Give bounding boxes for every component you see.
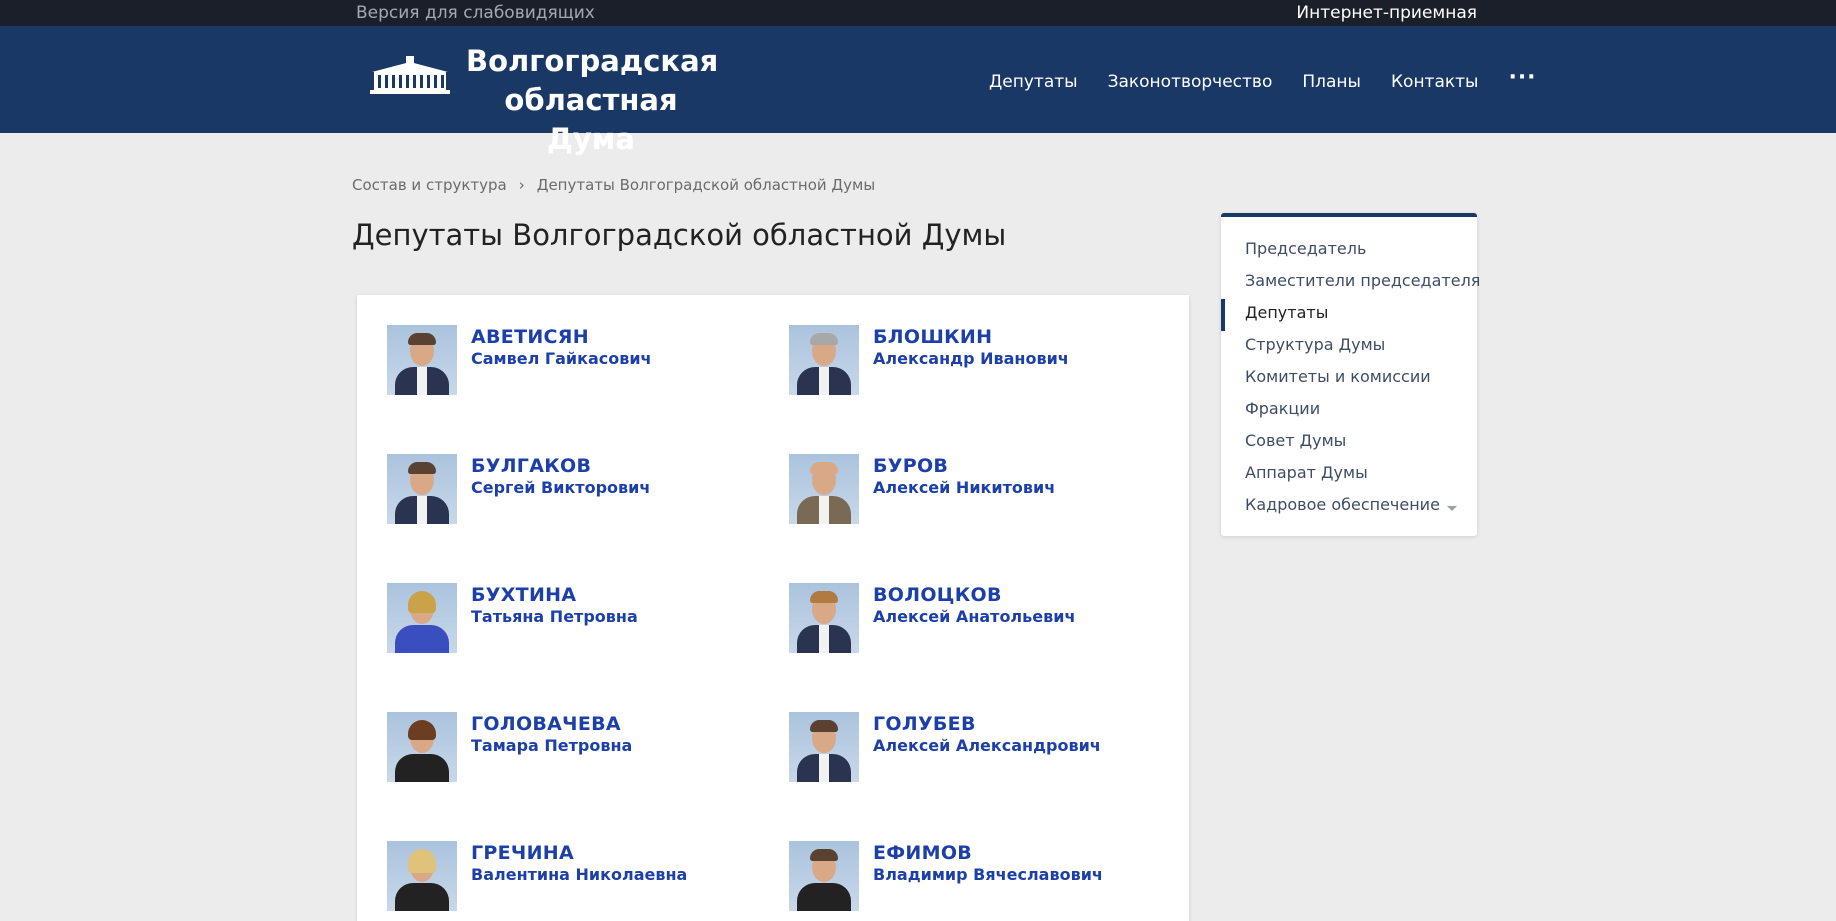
sidebar-item-deputy-chairmen[interactable]: Заместители председателя <box>1245 271 1480 290</box>
sidebar-menu: Председатель Заместители председателя Де… <box>1221 213 1480 536</box>
deputy-last-name[interactable]: АВЕТИСЯН <box>471 326 589 348</box>
sidebar-item-apparatus[interactable]: Аппарат Думы <box>1245 463 1368 482</box>
deputy-last-name[interactable]: БУЛГАКОВ <box>471 455 591 477</box>
breadcrumb-separator: › <box>518 176 525 194</box>
deputy-card[interactable]: ЕФИМОВ Владимир Вячеславович <box>789 841 1169 911</box>
main-nav: Депутаты Законотворчество Планы Контакты… <box>989 67 1537 93</box>
deputy-photo[interactable] <box>789 841 859 911</box>
deputy-photo[interactable] <box>387 712 457 782</box>
ellipsis-icon[interactable]: ··· <box>1508 67 1536 89</box>
accessibility-version-link[interactable]: Версия для слабовидящих <box>356 3 595 23</box>
deputy-photo[interactable] <box>387 454 457 524</box>
internet-reception-link[interactable]: Интернет-приемная <box>1296 3 1477 23</box>
sidebar-item-chairman[interactable]: Председатель <box>1245 239 1366 258</box>
deputy-card[interactable]: БУХТИНА Татьяна Петровна <box>387 583 767 653</box>
nav-deputies[interactable]: Депутаты <box>989 72 1078 92</box>
deputy-last-name[interactable]: ГОЛОВАЧЕВА <box>471 713 621 735</box>
deputy-last-name[interactable]: БЛОШКИН <box>873 326 992 348</box>
nav-plans[interactable]: Планы <box>1302 72 1361 92</box>
deputy-first-name[interactable]: Алексей Никитович <box>873 478 1055 497</box>
deputy-last-name[interactable]: ГОЛУБЕВ <box>873 713 976 735</box>
page-title: Депутаты Волгоградской областной Думы <box>352 218 1007 252</box>
sidebar-item-council[interactable]: Совет Думы <box>1245 431 1346 450</box>
sidebar-active-marker <box>1221 299 1225 331</box>
deputy-card[interactable]: ГОЛОВАЧЕВА Тамара Петровна <box>387 712 767 782</box>
deputy-first-name[interactable]: Татьяна Петровна <box>471 607 638 626</box>
deputy-photo[interactable] <box>387 325 457 395</box>
deputy-first-name[interactable]: Валентина Николаевна <box>471 865 687 884</box>
deputy-card[interactable]: ВОЛОЦКОВ Алексей Анатольевич <box>789 583 1169 653</box>
duma-building-logo[interactable] <box>366 56 454 96</box>
deputy-photo[interactable] <box>789 454 859 524</box>
deputy-card[interactable]: ГРЕЧИНА Валентина Николаевна <box>387 841 767 911</box>
deputy-first-name[interactable]: Александр Иванович <box>873 349 1069 368</box>
sidebar-item-deputies[interactable]: Депутаты <box>1245 303 1328 322</box>
deputy-first-name[interactable]: Владимир Вячеславович <box>873 865 1103 884</box>
sidebar-item-committees[interactable]: Комитеты и комиссии <box>1245 367 1431 386</box>
sidebar-item-factions[interactable]: Фракции <box>1245 399 1320 418</box>
deputy-last-name[interactable]: БУРОВ <box>873 455 948 477</box>
site-title[interactable]: Волгоградская областная Дума <box>466 42 719 159</box>
deputy-first-name[interactable]: Сергей Викторович <box>471 478 650 497</box>
chevron-down-icon[interactable] <box>1447 506 1457 511</box>
deputy-card[interactable]: АВЕТИСЯН Самвел Гайкасович <box>387 325 767 395</box>
deputy-photo[interactable] <box>789 712 859 782</box>
breadcrumb-item-structure[interactable]: Состав и структура <box>352 176 507 194</box>
breadcrumb-item-current: Депутаты Волгоградской областной Думы <box>536 176 876 194</box>
deputy-photo[interactable] <box>789 325 859 395</box>
deputy-last-name[interactable]: ЕФИМОВ <box>873 842 972 864</box>
deputy-first-name[interactable]: Алексей Анатольевич <box>873 607 1075 626</box>
deputy-photo[interactable] <box>387 583 457 653</box>
nav-lawmaking[interactable]: Законотворчество <box>1108 72 1273 92</box>
sidebar-item-personnel[interactable]: Кадровое обеспечение <box>1245 495 1440 514</box>
deputies-list: АВЕТИСЯН Самвел Гайкасович БЛОШКИН Алекс… <box>357 295 1189 921</box>
deputy-photo[interactable] <box>387 841 457 911</box>
site-title-line-1: Волгоградская <box>466 44 719 78</box>
nav-contacts[interactable]: Контакты <box>1391 72 1479 92</box>
deputy-last-name[interactable]: ВОЛОЦКОВ <box>873 584 1002 606</box>
deputy-first-name[interactable]: Тамара Петровна <box>471 736 632 755</box>
deputy-card[interactable]: ГОЛУБЕВ Алексей Александрович <box>789 712 1169 782</box>
deputy-card[interactable]: БУЛГАКОВ Сергей Викторович <box>387 454 767 524</box>
deputy-first-name[interactable]: Самвел Гайкасович <box>471 349 652 368</box>
deputy-first-name[interactable]: Алексей Александрович <box>873 736 1101 755</box>
site-header: Волгоградская областная Дума Депутаты За… <box>0 26 1836 156</box>
site-title-line-2: областная Дума <box>504 83 678 156</box>
sidebar-item-structure[interactable]: Структура Думы <box>1245 335 1385 354</box>
deputy-card[interactable]: БЛОШКИН Александр Иванович <box>789 325 1169 395</box>
deputy-photo[interactable] <box>789 583 859 653</box>
breadcrumb: Состав и структура › Депутаты Волгоградско… <box>352 176 875 194</box>
deputy-last-name[interactable]: БУХТИНА <box>471 584 576 606</box>
top-utility-bar: Версия для слабовидящих Интернет-приемна… <box>0 0 1836 26</box>
deputy-last-name[interactable]: ГРЕЧИНА <box>471 842 574 864</box>
deputy-card[interactable]: БУРОВ Алексей Никитович <box>789 454 1169 524</box>
